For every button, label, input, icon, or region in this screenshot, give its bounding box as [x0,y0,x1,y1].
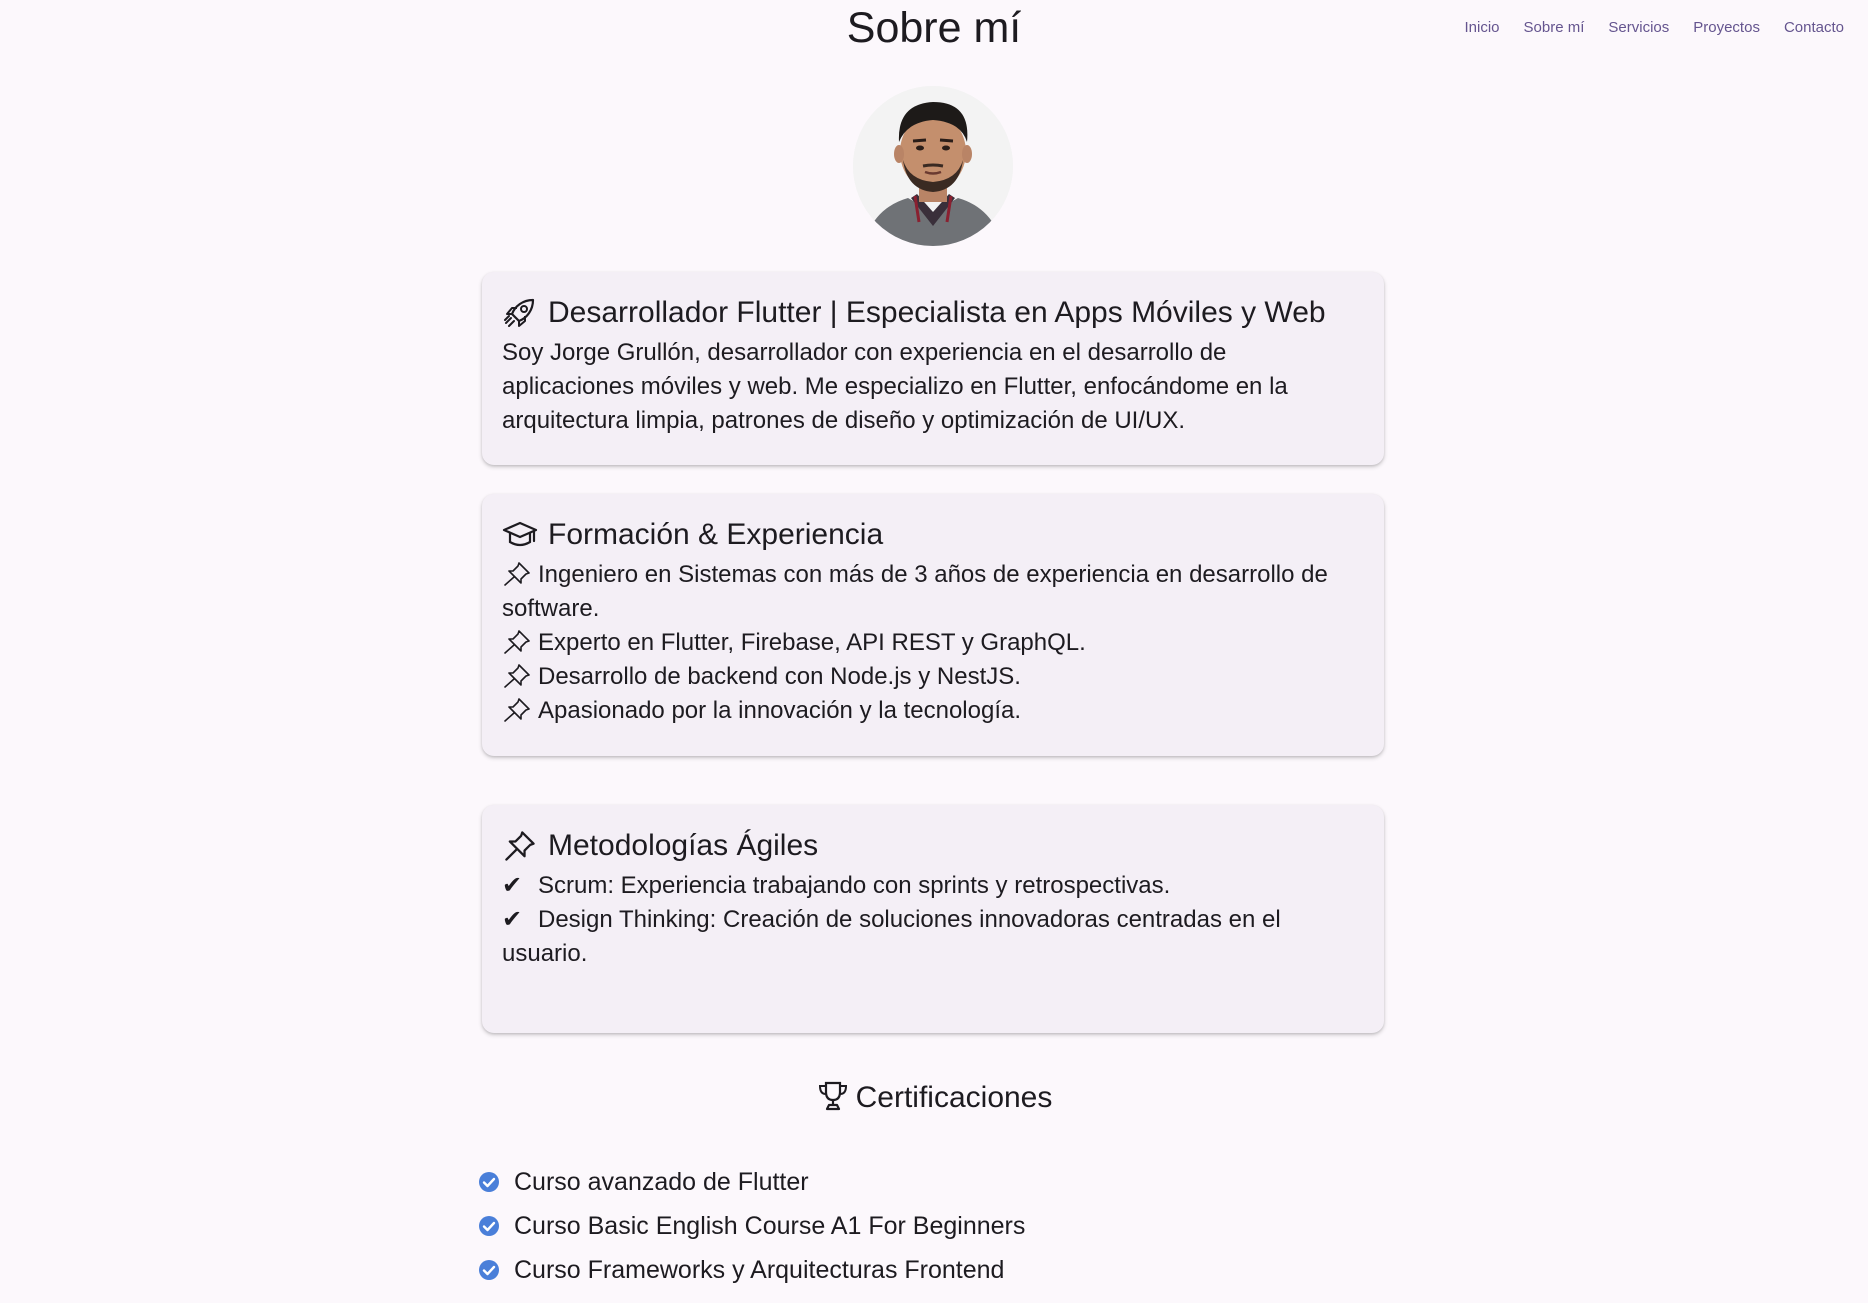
agile-item-text: Design Thinking: Creación de soluciones … [502,906,1281,967]
nav-link-inicio[interactable]: Inicio [1453,18,1512,38]
list-item: Curso avanzado de Flutter [478,1160,1025,1204]
agile-heading-text: Metodologías Ágiles [548,829,819,862]
profile-photo [853,86,1013,246]
education-heading: Formación & Experiencia [502,516,1364,554]
role-card: Desarrollador Flutter | Especialista en … [482,272,1384,465]
agile-item-text: Scrum: Experiencia trabajando con sprint… [538,872,1171,899]
nav-link-servicios[interactable]: Servicios [1596,18,1681,38]
checkmark-icon: ✔ [502,872,523,899]
pushpin-icon [504,664,530,688]
list-item: ✔ Design Thinking: Creación de soluciones… [502,903,1364,971]
list-item: ✔ Scrum: Experiencia trabajando con sprin… [502,869,1364,903]
list-item: Ingeniero en Sistemas con más de 3 años … [502,558,1364,626]
list-item: Apasionado por la innovación y la tecnol… [502,694,1364,728]
certification-text: Curso Frameworks y Arquitecturas Fronten… [514,1255,1005,1284]
page: Sobre mí Inicio Sobre mí Servicios Proye… [0,0,1868,1303]
nav-link-contacto[interactable]: Contacto [1772,18,1856,38]
education-item-text: Desarrollo de backend con Node.js y Nest… [538,663,1021,690]
education-item-text: Experto en Flutter, Firebase, API REST y… [538,629,1086,656]
education-heading-text: Formación & Experiencia [548,518,884,551]
check-circle-icon [479,1260,499,1280]
check-circle-icon [479,1172,499,1192]
check-circle-icon [479,1216,499,1236]
education-card: Formación & Experiencia Ingeniero en Sis… [482,494,1384,756]
pushpin-icon [504,562,530,586]
certifications-list: Curso avanzado de Flutter Curso Basic En… [478,1160,1025,1292]
list-item: Experto en Flutter, Firebase, API REST y… [502,626,1364,660]
list-item: Curso Basic English Course A1 For Beginn… [478,1204,1025,1248]
certifications-heading-text: Certificaciones [855,1081,1053,1114]
nav-link-sobre-mi[interactable]: Sobre mí [1512,18,1597,38]
nav-link-proyectos[interactable]: Proyectos [1681,18,1772,38]
education-item-text: Ingeniero en Sistemas con más de 3 años … [502,561,1328,622]
role-description: Soy Jorge Grullón, desarrollador con exp… [502,339,1288,434]
role-heading-text: Desarrollador Flutter | Especialista en … [548,296,1326,329]
agile-card: Metodologías Ágiles ✔ Scrum: Experiencia … [482,805,1384,1033]
avatar [853,86,1013,246]
rocket-icon [502,295,538,331]
education-item-text: Apasionado por la innovación y la tecnol… [538,697,1021,724]
certification-text: Curso avanzado de Flutter [514,1167,809,1196]
graduation-cap-icon [502,517,538,553]
list-item: Desarrollo de backend con Node.js y Nest… [502,660,1364,694]
role-heading: Desarrollador Flutter | Especialista en … [502,294,1364,332]
top-nav: Inicio Sobre mí Servicios Proyectos Cont… [1453,18,1857,38]
checkmark-icon: ✔ [502,906,523,933]
pushpin-icon [504,698,530,722]
list-item: Curso Frameworks y Arquitecturas Fronten… [478,1248,1025,1292]
pushpin-icon [504,630,530,654]
certification-text: Curso Basic English Course A1 For Beginn… [514,1211,1026,1240]
trophy-icon [818,1081,847,1111]
certifications-heading: Certificaciones [0,1078,1868,1118]
pushpin-icon [502,828,538,864]
agile-heading: Metodologías Ágiles [502,827,1364,865]
